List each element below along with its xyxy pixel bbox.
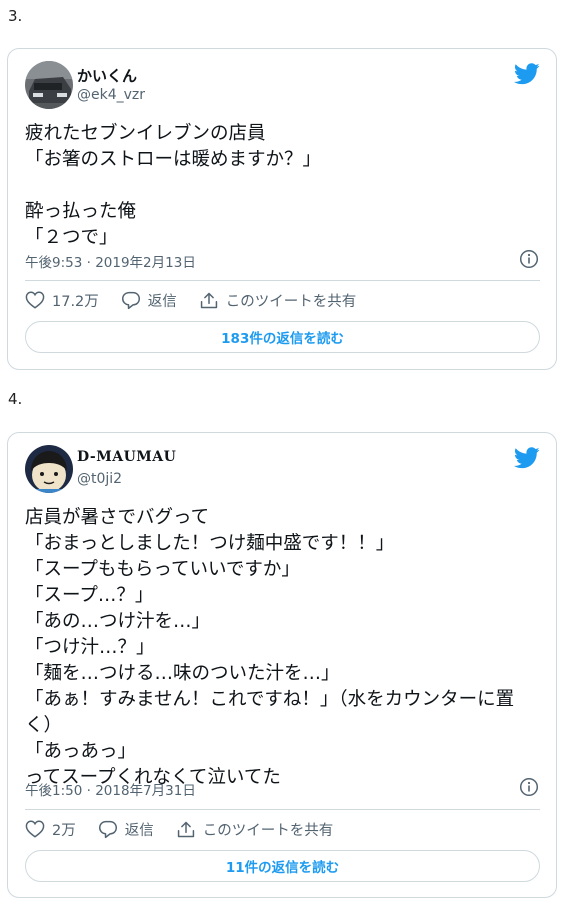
read-replies-button[interactable]: 183件の返信を読む <box>25 321 540 353</box>
author-name[interactable]: D-MAUMAU <box>77 449 176 465</box>
heart-icon <box>25 291 45 309</box>
tweet-timestamp[interactable]: 午後9:53 · 2019年2月13日 <box>25 251 196 271</box>
reply-bubble-icon <box>121 291 140 309</box>
info-icon[interactable] <box>519 777 539 797</box>
author-name[interactable]: かいくん <box>77 65 137 86</box>
heart-icon <box>25 820 45 838</box>
like-count: 2万 <box>52 822 76 839</box>
divider <box>25 809 540 810</box>
reply-button[interactable]: 返信 <box>98 819 154 840</box>
read-replies-button[interactable]: 11件の返信を読む <box>25 850 540 882</box>
like-count: 17.2万 <box>52 293 99 310</box>
tweet-text: 店員が暑さでバグって 「おまっとしました！つけ麺中盛です！！」 「スープももらっ… <box>25 507 515 788</box>
tweet-text: 疲れたセブンイレブンの店員 「お箸のストローは暖めますか？」 酔っ払った俺 「２… <box>25 123 322 248</box>
share-label: このツイートを共有 <box>225 293 357 310</box>
tweet-card[interactable]: D-MAUMAU @t0ji2 店員が暑さでバグって 「おまっとしました！つけ麺… <box>7 432 557 898</box>
share-icon <box>200 292 217 308</box>
tweet-actions: 2万 返信 このツイートを共有 <box>25 818 355 840</box>
share-button[interactable]: このツイートを共有 <box>199 290 357 311</box>
reply-bubble-icon <box>98 820 117 838</box>
twitter-bird-icon[interactable] <box>514 63 540 85</box>
reply-label: 返信 <box>124 822 154 839</box>
reply-button[interactable]: 返信 <box>121 290 177 311</box>
tweet-timestamp[interactable]: 午後1:50 · 2018年7月31日 <box>25 779 196 799</box>
author-handle[interactable]: @ek4_vzr <box>77 87 145 103</box>
share-button[interactable]: このツイートを共有 <box>176 819 334 840</box>
like-button[interactable]: 2万 <box>25 819 76 840</box>
section-number: 3. <box>8 7 23 25</box>
avatar[interactable] <box>25 61 73 109</box>
reply-label: 返信 <box>147 293 177 310</box>
avatar[interactable] <box>25 445 73 493</box>
tweet-actions: 17.2万 返信 このツイートを共有 <box>25 289 378 311</box>
section-number: 4. <box>8 390 23 408</box>
like-button[interactable]: 17.2万 <box>25 290 99 311</box>
twitter-bird-icon[interactable] <box>514 447 540 469</box>
tweet-card[interactable]: かいくん @ek4_vzr 疲れたセブンイレブンの店員 「お箸のストローは暖めま… <box>7 48 557 370</box>
divider <box>25 280 540 281</box>
share-icon <box>177 821 194 837</box>
author-handle[interactable]: @t0ji2 <box>77 471 122 487</box>
share-label: このツイートを共有 <box>202 822 334 839</box>
info-icon[interactable] <box>519 249 539 269</box>
